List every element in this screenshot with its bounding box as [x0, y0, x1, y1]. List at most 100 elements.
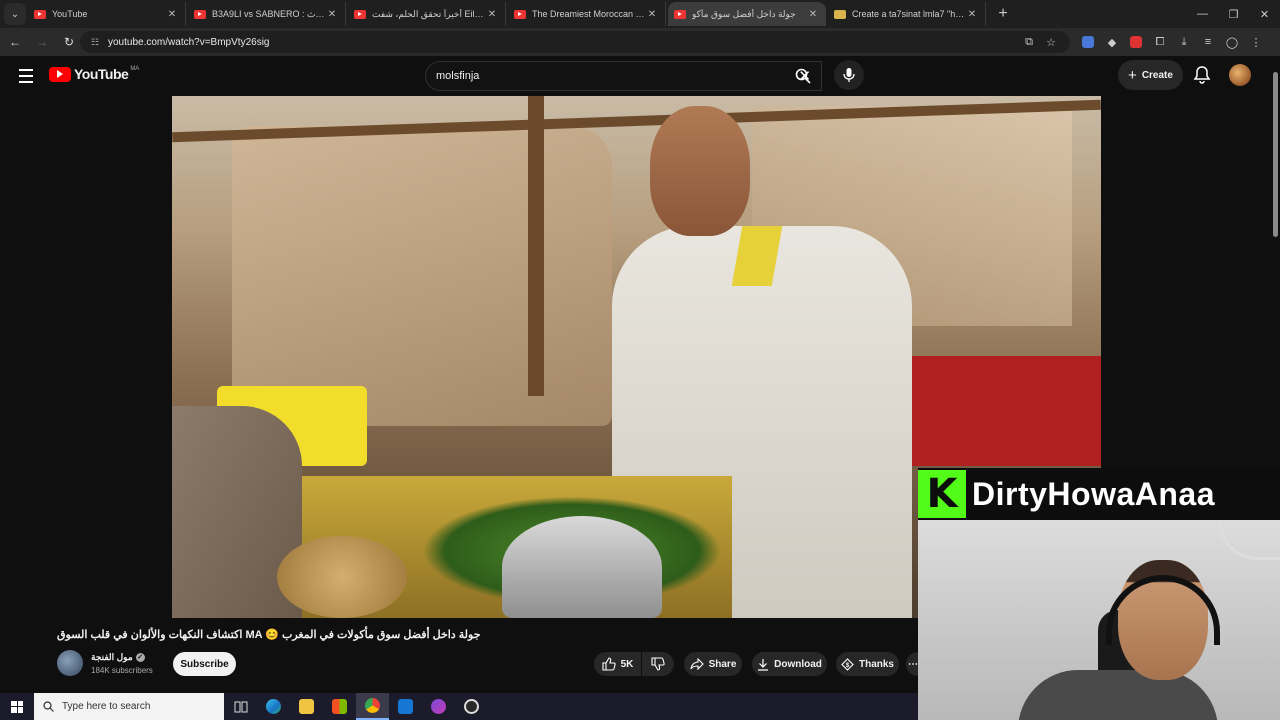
outlook-icon[interactable]	[389, 693, 422, 720]
subscriber-count: 184K subscribers	[91, 665, 153, 675]
new-tab-button[interactable]: +	[992, 3, 1014, 25]
install-app-icon[interactable]: ⧉	[1018, 36, 1040, 49]
address-bar[interactable]: ☷ youtube.com/watch?v=BmpVty26sig ⧉ ☆	[80, 31, 1070, 53]
voice-search-icon[interactable]	[834, 60, 864, 90]
hamburger-menu-icon[interactable]	[16, 66, 36, 86]
kick-logo-icon: K	[918, 470, 966, 518]
puzzle-extensions-icon[interactable]: ⧠	[1148, 31, 1172, 53]
download-label: Download	[774, 658, 822, 670]
youtube-favicon-icon	[674, 9, 686, 19]
extensions-area: ◆ ⧠ ⤓ ≡ ◯ ⋮	[1076, 31, 1268, 53]
user-avatar[interactable]	[1229, 64, 1251, 86]
video-title: اكتشاف النكهات والألوان في قلب السوق MA …	[57, 629, 481, 641]
video-vendor-head	[650, 106, 750, 236]
browser-tab[interactable]: أخيراً تحقق الحلم، شفت Eilish ✕	[348, 2, 506, 26]
channel-avatar[interactable]	[57, 650, 83, 676]
file-explorer-icon[interactable]	[290, 693, 323, 720]
share-button[interactable]: Share	[684, 652, 742, 676]
tab-title: The Dreamiest Moroccan Gatew	[532, 9, 645, 19]
thanks-button[interactable]: $ Thanks	[836, 652, 899, 676]
download-button[interactable]: Download	[752, 652, 827, 676]
microsoft-store-icon[interactable]	[323, 693, 356, 720]
tab-close-icon[interactable]: ✕	[645, 9, 659, 20]
profile-icon[interactable]: ◯	[1220, 31, 1244, 53]
obs-studio-icon[interactable]	[455, 693, 488, 720]
thumbs-up-icon	[602, 657, 616, 671]
download-arrow-icon	[758, 658, 769, 671]
plus-icon: +	[1128, 66, 1137, 84]
tab-search-button[interactable]: ⌄	[4, 3, 26, 25]
chrome-browser-icon[interactable]	[356, 693, 389, 720]
tab-title: Create a ta7sinat lmla7 "haircut	[852, 9, 965, 19]
browser-tab[interactable]: B3A9LI vs SABNERO : ع للأحداث ✕	[188, 2, 346, 26]
webcam-overlay	[918, 520, 1280, 720]
tab-close-icon[interactable]: ✕	[325, 9, 339, 20]
video-straw-basket	[277, 536, 407, 618]
windows-taskbar: Type here to search	[0, 693, 918, 720]
windows-logo-icon	[11, 700, 23, 713]
channel-name[interactable]: مول الفنجة	[91, 652, 133, 663]
bookmark-star-icon[interactable]: ☆	[1040, 36, 1062, 49]
window-controls: — ❐ ✕	[1187, 0, 1280, 28]
browser-tab[interactable]: YouTube ✕	[28, 2, 186, 26]
browser-tab[interactable]: The Dreamiest Moroccan Gatew ✕	[508, 2, 666, 26]
search-query-text[interactable]: molsfinja	[436, 70, 479, 82]
browser-toolbar: ← → ↻ ☷ youtube.com/watch?v=BmpVty26sig …	[0, 28, 1280, 56]
like-count: 5K	[620, 658, 634, 670]
taskbar-search-placeholder: Type here to search	[62, 701, 151, 712]
maximize-icon[interactable]: ❐	[1218, 0, 1249, 28]
tab-close-icon[interactable]: ✕	[806, 9, 820, 20]
edge-browser-icon[interactable]	[257, 693, 290, 720]
browser-tab[interactable]: Create a ta7sinat lmla7 "haircut ✕	[828, 2, 986, 26]
streamer-name: DirtyHowaAnaa	[972, 475, 1215, 512]
taskbar-search-box[interactable]: Type here to search	[34, 693, 224, 720]
youtube-play-icon	[49, 66, 71, 82]
chat-app-icon[interactable]	[422, 693, 455, 720]
close-window-icon[interactable]: ✕	[1249, 0, 1280, 28]
tab-title: YouTube	[52, 9, 88, 19]
share-arrow-icon	[690, 658, 704, 670]
site-info-icon[interactable]: ☷	[86, 37, 104, 48]
thanks-label: Thanks	[858, 658, 894, 670]
doc-favicon-icon	[834, 9, 846, 19]
share-label: Share	[708, 658, 737, 670]
logo-text: YouTube	[74, 66, 129, 82]
tab-close-icon[interactable]: ✕	[165, 9, 179, 20]
url-text[interactable]: youtube.com/watch?v=BmpVty26sig	[108, 37, 269, 48]
webcam-person-body	[1018, 670, 1218, 720]
reload-icon[interactable]: ↻	[57, 30, 81, 54]
youtube-logo[interactable]: YouTube MA	[49, 66, 139, 82]
youtube-favicon-icon	[194, 9, 206, 19]
video-teapot	[502, 516, 662, 618]
browser-menu-icon[interactable]: ⋮	[1244, 31, 1268, 53]
download-icon[interactable]: ⤓	[1172, 31, 1196, 53]
forward-arrow-icon[interactable]: →	[30, 30, 54, 54]
create-button[interactable]: + Create	[1118, 60, 1183, 90]
stream-overlay-banner: K DirtyHowaAnaa	[918, 468, 1280, 520]
channel-name-row[interactable]: مول الفنجة ✓	[91, 652, 153, 663]
media-control-icon[interactable]: ≡	[1196, 31, 1220, 53]
taskbar-search-icon	[43, 701, 54, 712]
windows-start-button[interactable]	[0, 693, 34, 720]
search-input[interactable]: molsfinja ✕	[425, 61, 822, 91]
scrollbar-thumb[interactable]	[1273, 72, 1278, 237]
notifications-bell-icon[interactable]	[1192, 65, 1212, 85]
diamond-extension-icon[interactable]: ◆	[1100, 31, 1124, 53]
red-extension-icon[interactable]	[1124, 31, 1148, 53]
video-pole	[528, 96, 544, 396]
like-button[interactable]: 5K	[594, 652, 641, 676]
tab-close-icon[interactable]: ✕	[965, 9, 979, 20]
back-arrow-icon[interactable]: ←	[3, 30, 27, 54]
tab-close-icon[interactable]: ✕	[485, 9, 499, 20]
search-icon[interactable]	[795, 68, 811, 84]
translate-extension-icon[interactable]	[1076, 31, 1100, 53]
task-view-icon[interactable]	[224, 693, 257, 720]
channel-info[interactable]: مول الفنجة ✓ 184K subscribers	[57, 650, 153, 676]
channel-meta: مول الفنجة ✓ 184K subscribers	[91, 652, 153, 675]
youtube-favicon-icon	[514, 9, 526, 19]
webcam-lamp	[1218, 520, 1280, 560]
subscribe-button[interactable]: Subscribe	[173, 652, 236, 676]
minimize-icon[interactable]: —	[1187, 0, 1218, 28]
dislike-button[interactable]	[642, 652, 674, 676]
browser-tab-active[interactable]: جولة داخل أفضل سوق مأكو ✕	[668, 2, 826, 26]
